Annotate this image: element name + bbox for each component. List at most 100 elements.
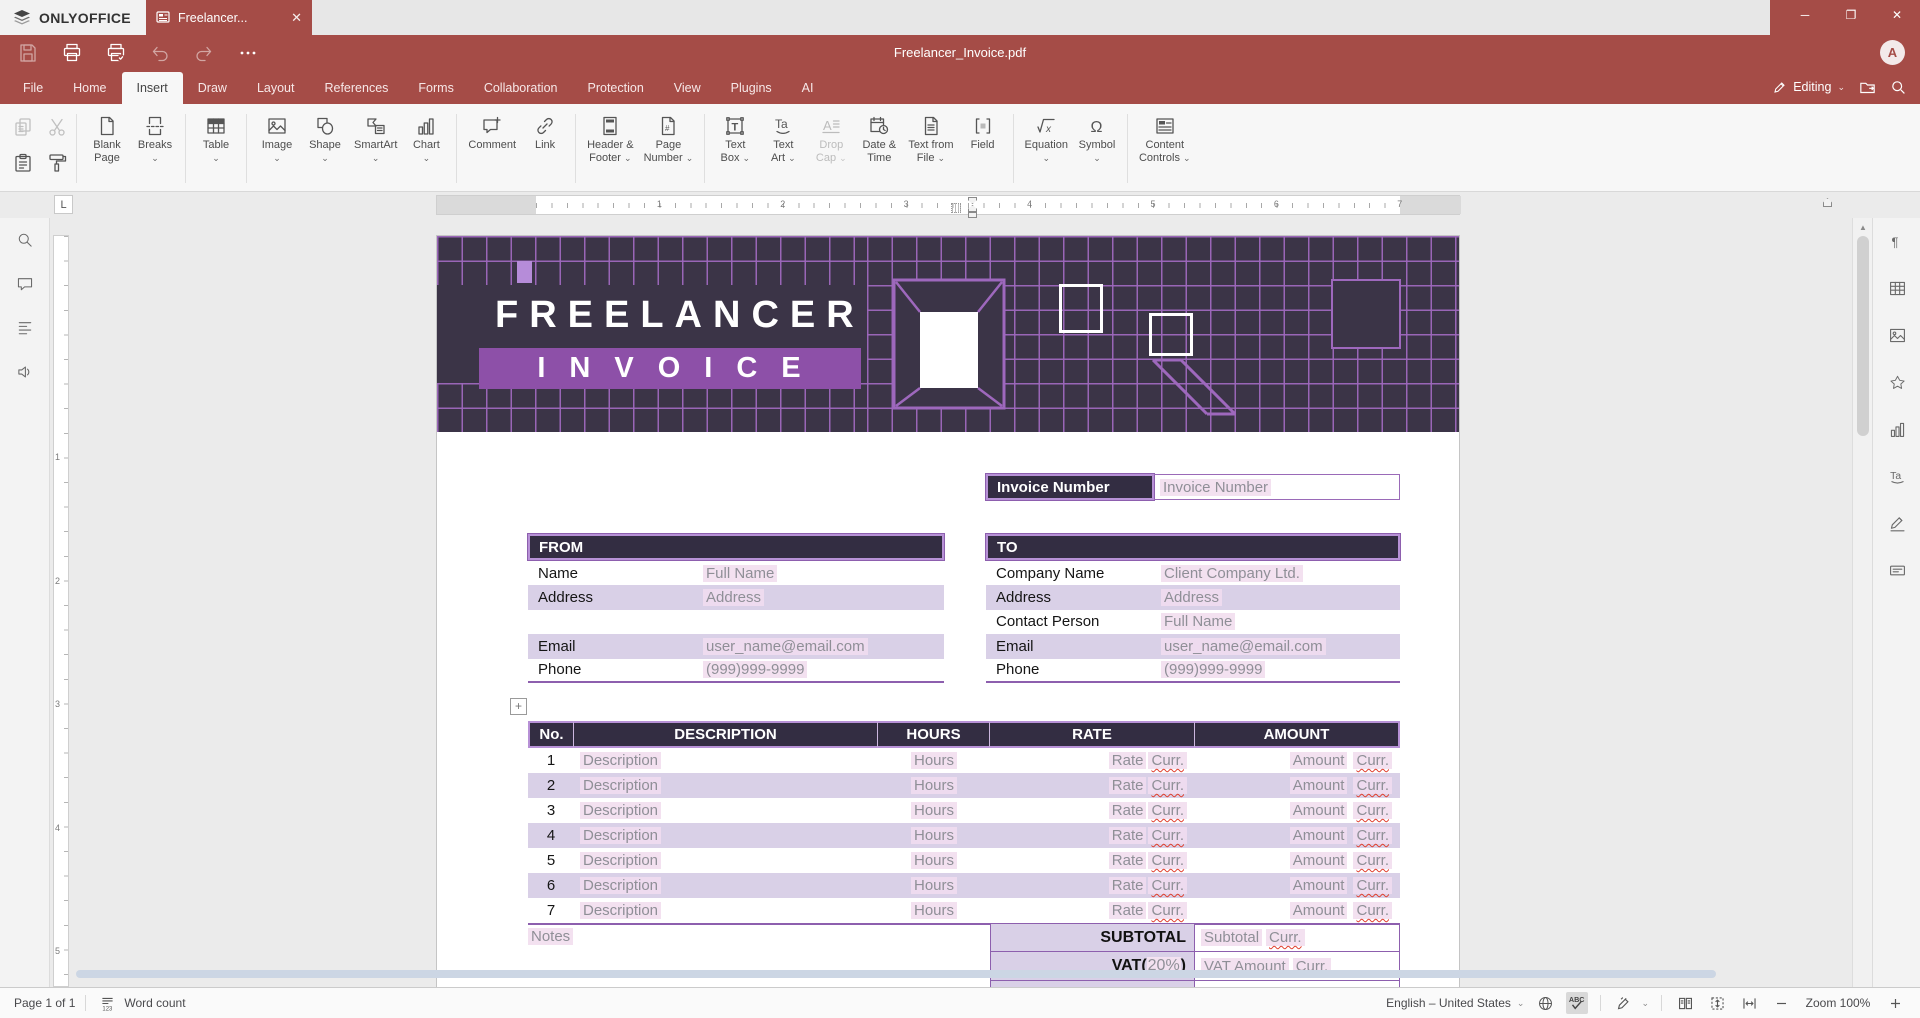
tab-layout[interactable]: Layout [242,72,310,104]
editing-mode-dropdown[interactable]: Editing ⌄ [1772,80,1845,95]
form-field-input[interactable]: (999)999-9999 [703,661,807,678]
tab-file[interactable]: File [8,72,58,104]
indent-markers[interactable] [968,197,977,219]
tab-stop-selector[interactable]: L [54,195,73,214]
currency-input[interactable]: Curr. [1148,852,1187,869]
fit-width-icon[interactable] [1738,992,1760,1014]
scroll-up-icon[interactable]: ▲ [1853,220,1873,234]
currency-input[interactable]: Curr. [1148,752,1187,769]
content-controls-button[interactable]: ContentControls ⌄ [1134,110,1196,165]
rate-input[interactable]: Rate [1109,852,1147,869]
form-field-input[interactable]: Address [1161,589,1222,606]
page-indicator[interactable]: Page 1 of 1 [0,996,75,1010]
paste-button[interactable] [8,148,38,178]
amount-input[interactable]: Amount [1290,902,1348,919]
description-input[interactable]: Description [580,827,661,844]
amount-input[interactable]: Amount [1290,877,1348,894]
tab-forms[interactable]: Forms [403,72,468,104]
comment-button[interactable]: Comment [463,110,521,153]
form-field-input[interactable]: user_name@email.com [1161,638,1326,655]
rate-input[interactable]: Rate [1109,827,1147,844]
avatar[interactable]: A [1880,40,1905,65]
search-icon[interactable] [1890,79,1906,95]
invoice-banner[interactable]: FREELANCER INVOICE [437,236,1460,432]
field-button[interactable]: Field [959,110,1007,153]
symbol-button[interactable]: ΩSymbol⌄ [1073,110,1121,165]
close-tab-icon[interactable]: ✕ [291,10,302,26]
tab-collaboration[interactable]: Collaboration [469,72,573,104]
save-icon[interactable] [6,38,50,68]
shape-settings-icon[interactable] [1873,359,1920,406]
date-time-button[interactable]: Date &Time [855,110,903,165]
chart-button[interactable]: Chart⌄ [402,110,450,165]
amount-input[interactable]: Amount [1290,852,1348,869]
amount-input[interactable]: Amount [1290,827,1348,844]
vertical-scrollbar[interactable]: ▲ [1852,218,1872,987]
currency-input[interactable]: Curr. [1353,852,1392,869]
table-settings-icon[interactable] [1873,265,1920,312]
hours-input[interactable]: Hours [911,827,957,844]
track-changes-button[interactable]: ⌄ [1613,992,1649,1014]
link-button[interactable]: Link [521,110,569,153]
scrollbar-thumb[interactable] [1857,236,1869,436]
rate-input[interactable]: Rate [1109,777,1147,794]
description-input[interactable]: Description [580,752,661,769]
document-tab[interactable]: Freelancer... ✕ [146,0,312,35]
right-margin-marker[interactable] [1823,198,1832,207]
page-number-button[interactable]: #PageNumber ⌄ [639,110,699,165]
currency-input[interactable]: Curr. [1148,777,1187,794]
description-input[interactable]: Description [580,777,661,794]
table-select-handle[interactable]: + [510,698,527,715]
currency-input[interactable]: Curr. [1148,902,1187,919]
description-input[interactable]: Description [580,902,661,919]
restore-icon[interactable]: ❐ [1828,0,1874,30]
ruler-table-marker[interactable] [951,203,961,213]
paragraph-settings-icon[interactable]: ¶ [1873,218,1920,265]
tab-view[interactable]: View [659,72,716,104]
chart-settings-icon[interactable] [1873,406,1920,453]
zoom-out-icon[interactable] [1770,992,1792,1014]
search-icon[interactable] [0,218,50,262]
minimize-icon[interactable]: ─ [1782,0,1828,30]
pages-icon[interactable] [1674,992,1696,1014]
tab-plugins[interactable]: Plugins [716,72,787,104]
hours-input[interactable]: Hours [911,877,957,894]
horizontal-scrollbar[interactable] [76,970,1716,978]
hours-input[interactable]: Hours [911,902,957,919]
currency-input[interactable]: Curr. [1148,877,1187,894]
description-input[interactable]: Description [580,852,661,869]
currency-input[interactable]: Curr. [1353,902,1392,919]
description-input[interactable]: Description [580,877,661,894]
image-button[interactable]: Image⌄ [253,110,301,165]
feedback-icon[interactable] [0,350,50,394]
amount-input[interactable]: Amount [1290,777,1348,794]
image-settings-icon[interactable] [1873,312,1920,359]
hours-input[interactable]: Hours [911,752,957,769]
tab-insert[interactable]: Insert [122,72,183,104]
currency-input[interactable]: Curr. [1353,752,1392,769]
hours-input[interactable]: Hours [911,777,957,794]
form-settings-icon[interactable] [1873,547,1920,594]
close-icon[interactable]: ✕ [1874,0,1920,30]
form-field-input[interactable]: Full Name [703,565,777,582]
rate-input[interactable]: Rate [1109,752,1147,769]
hours-input[interactable]: Hours [911,802,957,819]
rate-input[interactable]: Rate [1109,877,1147,894]
currency-input[interactable]: Curr. [1148,827,1187,844]
invoice-number-input[interactable]: Invoice Number [1160,479,1271,496]
breaks-button[interactable]: Breaks⌄ [131,110,179,165]
smartart-button[interactable]: SmartArt⌄ [349,110,402,165]
form-field-input[interactable]: (999)999-9999 [1161,661,1265,678]
currency-input[interactable]: Curr. [1353,827,1392,844]
tab-home[interactable]: Home [58,72,121,104]
equation-button[interactable]: xEquation⌄ [1020,110,1073,165]
undo-icon[interactable] [138,38,182,68]
rate-input[interactable]: Rate [1109,902,1147,919]
open-file-location-icon[interactable] [1859,80,1876,95]
amount-input[interactable]: Amount [1290,752,1348,769]
rate-input[interactable]: Rate [1109,802,1147,819]
currency-input[interactable]: Curr. [1266,929,1305,946]
textart-settings-icon[interactable]: Ta [1873,453,1920,500]
spellcheck-icon[interactable]: ABC [1566,992,1588,1014]
hours-input[interactable]: Hours [911,852,957,869]
